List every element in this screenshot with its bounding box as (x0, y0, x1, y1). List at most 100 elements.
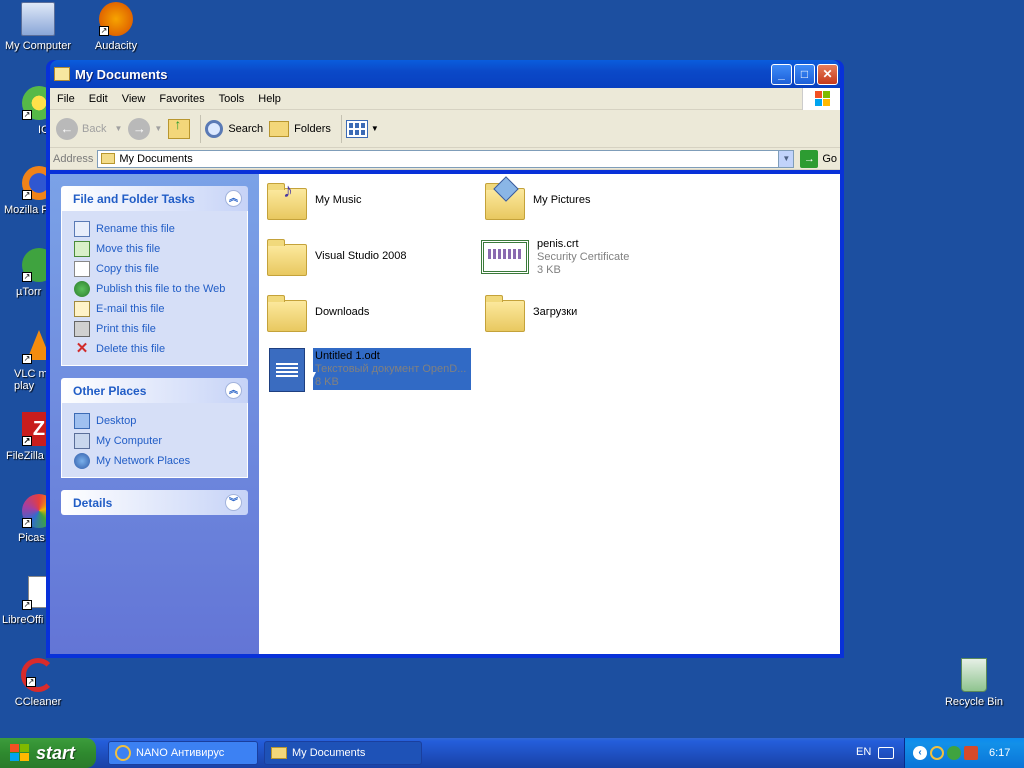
file-folder-tasks-panel: File and Folder Tasks ︽ Rename this file… (61, 186, 248, 366)
ccleaner-icon: ↗ (21, 658, 55, 692)
back-button[interactable]: ← Back ▼ (56, 117, 122, 140)
show-hidden-icons-chevron-icon[interactable]: ‹ (913, 746, 927, 760)
up-folder-button[interactable]: ↑ (168, 116, 191, 139)
audacity-icon: ↗ (99, 2, 133, 36)
file-name: Downloads (315, 306, 370, 318)
file-item-untitled-odt[interactable]: Untitled 1.odt Текстовый документ OpenD.… (265, 348, 471, 392)
expand-chevron-icon[interactable]: ︾ (225, 494, 242, 511)
task-publish-web[interactable]: Publish this file to the Web (74, 279, 235, 299)
copy-icon (74, 261, 90, 277)
back-label: Back (82, 122, 107, 135)
utorrent-tray-icon[interactable] (947, 746, 961, 760)
search-label: Search (228, 122, 264, 135)
file-name: My Music (315, 194, 362, 206)
folder-icon (101, 153, 116, 164)
music-folder-icon: ♪ (265, 180, 309, 224)
desktop-icon-ccleaner[interactable]: ↗ CCleaner (0, 658, 78, 708)
collapse-chevron-icon[interactable]: ︽ (225, 382, 242, 399)
globe-icon (74, 281, 90, 297)
desktop-icon-audacity[interactable]: ↗ Audacity (76, 2, 156, 52)
file-item-downloads[interactable]: Downloads (265, 292, 369, 336)
taskbar-item-nano-antivirus[interactable]: NANO Антивирус (108, 741, 258, 765)
menu-help[interactable]: Help (251, 93, 288, 105)
nano-antivirus-icon (115, 745, 131, 761)
chevron-down-icon: ▼ (154, 124, 163, 133)
task-copy-file[interactable]: Copy this file (74, 259, 235, 279)
other-places-panel: Other Places ︽ Desktop My Computer My Ne… (61, 378, 248, 478)
window-body: File and Folder Tasks ︽ Rename this file… (50, 174, 840, 654)
place-my-network[interactable]: My Network Places (74, 451, 235, 471)
folder-icon (271, 747, 287, 759)
panel-header[interactable]: Other Places ︽ (61, 378, 248, 403)
file-item-penis-crt[interactable]: penis.crt Security Certificate 3 KB (481, 236, 629, 280)
nano-tray-icon[interactable] (930, 746, 944, 760)
desktop-icon-label: My Computer (4, 40, 72, 52)
network-globe-icon (74, 453, 90, 469)
panel-title: Details (73, 495, 113, 510)
task-print-file[interactable]: Print this file (74, 319, 235, 339)
maximize-button[interactable]: □ (794, 63, 815, 85)
address-value: My Documents (119, 152, 193, 165)
mouse-cursor-icon (309, 372, 316, 386)
address-label: Address (53, 152, 94, 165)
address-input[interactable]: My Documents ▼ (97, 149, 795, 168)
file-name: Untitled 1.odt (315, 350, 380, 362)
toolbar: ← Back ▼ → ▼ ↑ Search Folders ▼ (50, 110, 840, 148)
file-item-zagruzki[interactable]: Загрузки (483, 292, 577, 336)
collapse-chevron-icon[interactable]: ︽ (225, 190, 242, 207)
computer-icon (21, 2, 55, 36)
menu-tools[interactable]: Tools (212, 93, 252, 105)
folder-icon (265, 236, 309, 280)
start-button[interactable]: start (0, 738, 96, 768)
task-rename-file[interactable]: Rename this file (74, 219, 235, 239)
forward-button[interactable]: → ▼ (128, 117, 163, 140)
file-item-my-music[interactable]: ♪ My Music (265, 180, 361, 224)
address-dropdown-button[interactable]: ▼ (778, 150, 794, 167)
go-label: Go (822, 152, 837, 165)
panel-header[interactable]: File and Folder Tasks ︽ (61, 186, 248, 211)
views-button[interactable]: ▼ (345, 119, 379, 138)
panel-content: Desktop My Computer My Network Places (61, 403, 248, 478)
panel-content: Rename this file Move this file Copy thi… (61, 211, 248, 366)
desktop-icon-my-computer[interactable]: My Computer (0, 2, 78, 52)
menu-edit[interactable]: Edit (82, 93, 115, 105)
task-delete-file[interactable]: ✕ Delete this file (74, 339, 235, 359)
title-bar[interactable]: My Documents _ □ ✕ (50, 60, 840, 88)
tray-app-icon[interactable] (964, 746, 978, 760)
system-tray: ‹ 6:17 (904, 738, 1024, 768)
file-size: 8 KB (315, 376, 339, 388)
search-button[interactable]: Search (205, 119, 264, 138)
menu-favorites[interactable]: Favorites (152, 93, 211, 105)
chevron-down-icon: ▼ (370, 124, 379, 133)
keyboard-icon[interactable] (878, 747, 894, 759)
desktop-icon-recycle-bin[interactable]: Recycle Bin (934, 658, 1014, 708)
task-move-file[interactable]: Move this file (74, 239, 235, 259)
desktop-icon (74, 413, 90, 429)
panel-header[interactable]: Details ︾ (61, 490, 248, 515)
minimize-button[interactable]: _ (771, 63, 792, 85)
views-grid-icon (345, 119, 368, 138)
folders-button[interactable]: Folders (269, 120, 331, 137)
details-panel: Details ︾ (61, 490, 248, 515)
place-my-computer[interactable]: My Computer (74, 431, 235, 451)
delete-x-icon: ✕ (75, 340, 89, 357)
close-button[interactable]: ✕ (817, 63, 838, 85)
file-type: Текстовый документ OpenD... (315, 363, 467, 375)
clock[interactable]: 6:17 (989, 747, 1010, 759)
file-view: ♪ My Music My Pictures Visual Studio 200… (259, 174, 840, 654)
language-indicator[interactable]: EN (856, 746, 871, 758)
email-icon (74, 301, 90, 317)
menu-view[interactable]: View (115, 93, 153, 105)
file-item-visual-studio-2008[interactable]: Visual Studio 2008 (265, 236, 407, 280)
folder-icon (54, 67, 70, 81)
go-button[interactable]: → Go (800, 149, 837, 168)
place-desktop[interactable]: Desktop (74, 411, 235, 431)
panel-title: File and Folder Tasks (73, 191, 195, 206)
task-email-file[interactable]: E-mail this file (74, 299, 235, 319)
taskbar-item-my-documents[interactable]: My Documents (264, 741, 422, 765)
file-name: penis.crt (537, 238, 579, 250)
file-type: Security Certificate (537, 251, 630, 263)
menu-file[interactable]: File (50, 93, 82, 105)
file-item-my-pictures[interactable]: My Pictures (483, 176, 590, 224)
explorer-window: My Documents _ □ ✕ File Edit View Favori… (46, 60, 844, 658)
